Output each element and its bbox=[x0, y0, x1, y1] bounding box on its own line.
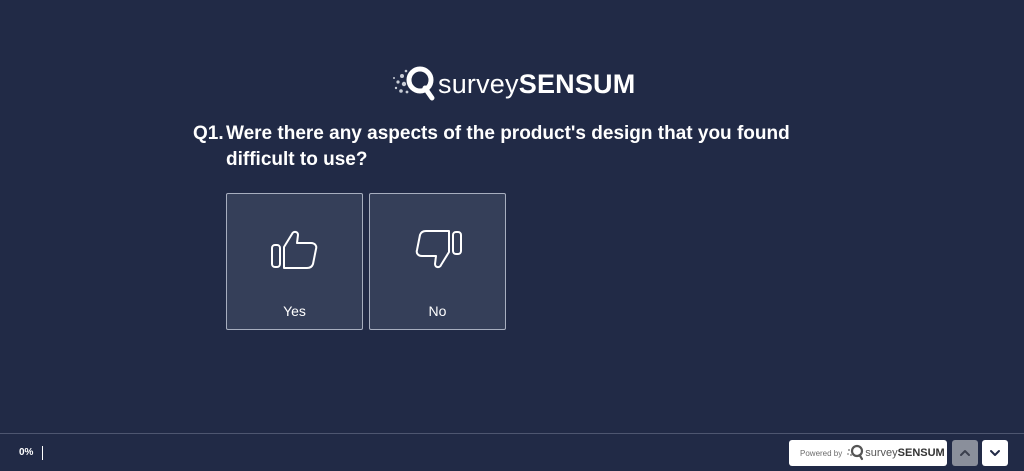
logo-text-bold: SENSUM bbox=[518, 69, 636, 99]
logo-text: surveySENSUM bbox=[438, 62, 635, 106]
mini-logo-light: survey bbox=[865, 447, 898, 459]
yes-option-label: Yes bbox=[283, 303, 306, 319]
footer-bar: 0% Powered by surveySENSUM bbox=[0, 433, 1024, 471]
surveysensum-logo: surveySENSUM bbox=[392, 62, 635, 106]
progress-bar bbox=[42, 446, 43, 460]
logo-text-light: survey bbox=[438, 69, 519, 99]
thumbs-down-icon bbox=[415, 230, 462, 269]
thumbs-up-icon bbox=[271, 230, 318, 269]
surveysensum-logo-icon bbox=[393, 66, 435, 101]
progress-percent: 0% bbox=[19, 447, 34, 458]
next-question-button[interactable] bbox=[982, 440, 1008, 466]
question-number: Q1. bbox=[193, 123, 224, 144]
surveysensum-mini-logo-icon bbox=[847, 444, 864, 461]
no-option-label: No bbox=[428, 303, 447, 319]
previous-question-button[interactable] bbox=[952, 440, 978, 466]
powered-by-text: Powered by bbox=[800, 448, 843, 458]
mini-logo-bold: SENSUM bbox=[897, 447, 945, 459]
powered-by-logo-text: surveySENSUM bbox=[865, 447, 944, 459]
yes-option-button[interactable]: Yes bbox=[226, 193, 363, 330]
chevron-up-icon bbox=[960, 450, 970, 456]
powered-by-badge[interactable]: Powered by surveySENSUM bbox=[789, 440, 947, 466]
question-text: Were there any aspects of the product's … bbox=[226, 123, 790, 170]
chevron-down-icon bbox=[990, 450, 1000, 456]
no-option-button[interactable]: No bbox=[369, 193, 506, 330]
